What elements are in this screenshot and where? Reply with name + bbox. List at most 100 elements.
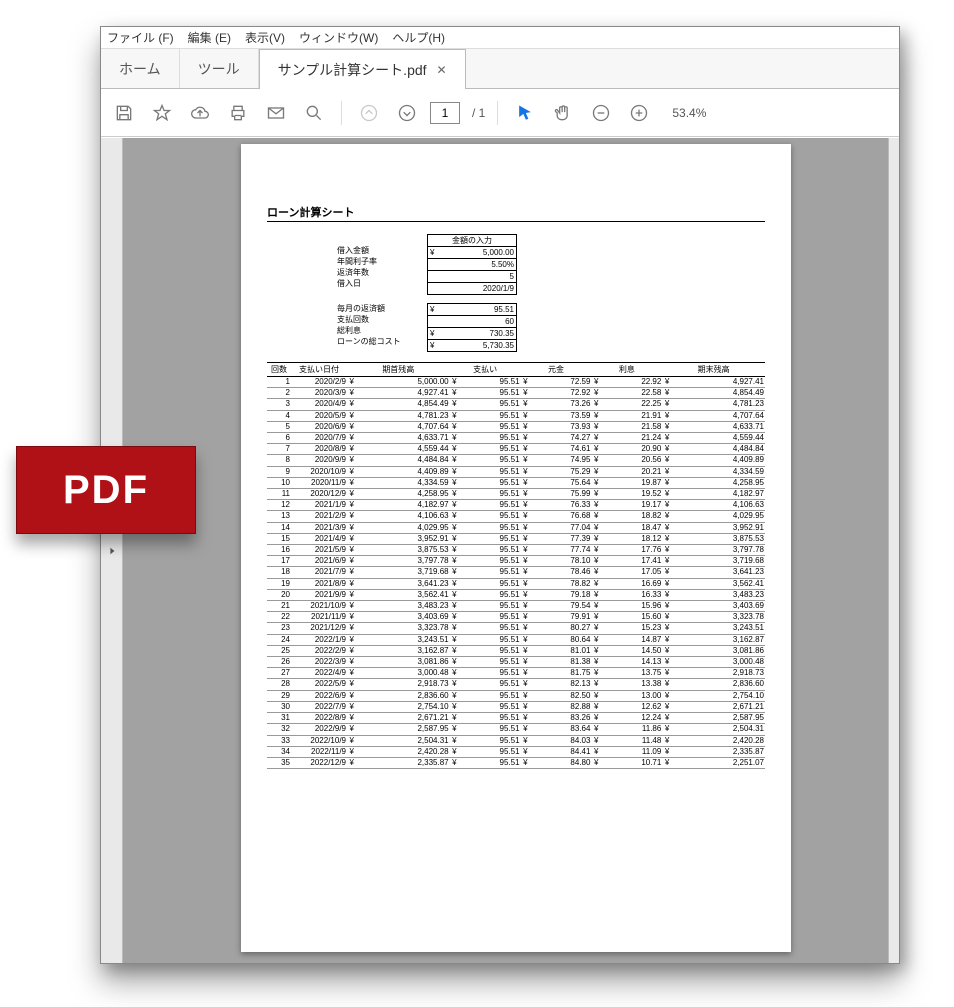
table-row: 142021/3/9¥4,029.95¥95.51¥77.04¥18.47¥3,… xyxy=(267,522,765,533)
table-row: 292022/6/9¥2,836.60¥95.51¥82.50¥13.00¥2,… xyxy=(267,690,765,701)
page-up-icon[interactable] xyxy=(354,98,384,128)
table-row: 322022/9/9¥2,587.95¥95.51¥83.64¥11.86¥2,… xyxy=(267,724,765,735)
table-row: 42020/5/9¥4,781.23¥95.51¥73.59¥21.91¥4,7… xyxy=(267,410,765,421)
tab-tools[interactable]: ツール xyxy=(180,49,259,88)
right-panel-strip[interactable] xyxy=(888,138,899,963)
page-total-label: / 1 xyxy=(472,106,485,120)
table-row: 242022/1/9¥3,243.51¥95.51¥80.64¥14.87¥3,… xyxy=(267,634,765,645)
save-icon[interactable] xyxy=(109,98,139,128)
table-row: 92020/10/9¥4,409.89¥95.51¥75.29¥20.21¥4,… xyxy=(267,466,765,477)
loan-summary-block: 毎月の返済額 支払回数 総利息 ローンの総コスト ¥95.51 60 ¥730.… xyxy=(267,303,765,352)
tab-document-label: サンプル計算シート.pdf xyxy=(278,60,427,80)
zoom-out-icon[interactable] xyxy=(586,98,616,128)
table-row: 152021/4/9¥3,952.91¥95.51¥77.39¥18.12¥3,… xyxy=(267,533,765,544)
table-row: 332022/10/9¥2,504.31¥95.51¥84.03¥11.48¥2… xyxy=(267,735,765,746)
pdf-badge-overlay: PDF xyxy=(16,446,196,534)
zoom-percent-label: 53.4% xyxy=(672,106,706,120)
table-row: 62020/7/9¥4,633.71¥95.51¥74.27¥21.24¥4,5… xyxy=(267,433,765,444)
value-monthly: 95.51 xyxy=(494,304,514,315)
table-row: 262022/3/9¥3,081.86¥95.51¥81.38¥14.13¥3,… xyxy=(267,657,765,668)
table-row: 202021/9/9¥3,562.41¥95.51¥79.18¥16.33¥3,… xyxy=(267,589,765,600)
col-end: 期末残高 xyxy=(662,363,765,377)
value-start-date: 2020/1/9 xyxy=(483,283,514,294)
table-row: 212021/10/9¥3,483.23¥95.51¥79.54¥15.96¥3… xyxy=(267,601,765,612)
col-interest: 利息 xyxy=(591,363,662,377)
table-row: 52020/6/9¥4,707.64¥95.51¥73.93¥21.58¥4,6… xyxy=(267,421,765,432)
currency-symbol: ¥ xyxy=(430,304,434,315)
label-start-date: 借入日 xyxy=(337,278,427,289)
selection-arrow-icon[interactable] xyxy=(510,98,540,128)
label-annual-rate: 年間利子率 xyxy=(337,256,427,267)
value-years: 5 xyxy=(510,271,514,282)
document-title: ローン計算シート xyxy=(267,204,765,222)
menu-edit[interactable]: 編集 (E) xyxy=(188,29,231,46)
tab-home[interactable]: ホーム xyxy=(101,49,180,88)
menu-file[interactable]: ファイル (F) xyxy=(107,29,174,46)
value-total-cost: 5,730.35 xyxy=(483,340,514,351)
currency-symbol: ¥ xyxy=(430,328,434,339)
value-loan-amount: 5,000.00 xyxy=(483,247,514,258)
table-row: 222021/11/9¥3,403.69¥95.51¥79.91¥15.60¥3… xyxy=(267,612,765,623)
table-row: 132021/2/9¥4,106.63¥95.51¥76.68¥18.82¥4,… xyxy=(267,511,765,522)
toolbar-divider xyxy=(497,101,498,125)
label-years: 返済年数 xyxy=(337,267,427,278)
table-row: 72020/8/9¥4,559.44¥95.51¥74.61¥20.90¥4,4… xyxy=(267,444,765,455)
amortization-table: 回数 支払い日付 期首残高 支払い 元金 利息 期末残高 12020/2/9¥5… xyxy=(267,362,765,769)
star-icon[interactable] xyxy=(147,98,177,128)
table-row: 162021/5/9¥3,875.53¥95.51¥77.74¥17.76¥3,… xyxy=(267,545,765,556)
table-row: 252022/2/9¥3,162.87¥95.51¥81.01¥14.50¥3,… xyxy=(267,645,765,656)
menu-window[interactable]: ウィンドウ(W) xyxy=(299,29,378,46)
close-icon[interactable]: ✕ xyxy=(437,63,447,77)
currency-symbol: ¥ xyxy=(430,340,434,351)
table-row: 22020/3/9¥4,927.41¥95.51¥72.92¥22.58¥4,8… xyxy=(267,388,765,399)
value-annual-rate: 5.50% xyxy=(491,259,514,270)
value-num-payments: 60 xyxy=(505,316,514,327)
document-viewport[interactable]: ローン計算シート 借入金額 年間利子率 返済年数 借入日 金額の入力 ¥5,00… xyxy=(101,138,899,963)
table-row: 32020/4/9¥4,854.49¥95.51¥73.26¥22.25¥4,7… xyxy=(267,399,765,410)
loan-inputs-block: 借入金額 年間利子率 返済年数 借入日 金額の入力 ¥5,000.00 5.50… xyxy=(267,234,765,295)
toolbar-divider xyxy=(341,101,342,125)
pdf-viewer-window: ファイル (F) 編集 (E) 表示(V) ウィンドウ(W) ヘルプ(H) ホー… xyxy=(100,26,900,964)
table-row: 282022/5/9¥2,918.73¥95.51¥82.13¥13.38¥2,… xyxy=(267,679,765,690)
page-down-icon[interactable] xyxy=(392,98,422,128)
table-row: 302022/7/9¥2,754.10¥95.51¥82.88¥12.62¥2,… xyxy=(267,701,765,712)
col-begin: 期首残高 xyxy=(347,363,450,377)
pdf-page: ローン計算シート 借入金額 年間利子率 返済年数 借入日 金額の入力 ¥5,00… xyxy=(241,144,791,952)
table-row: 102020/11/9¥4,334.59¥95.51¥75.64¥19.87¥4… xyxy=(267,477,765,488)
tabbar: ホーム ツール サンプル計算シート.pdf ✕ xyxy=(101,49,899,89)
cloud-upload-icon[interactable] xyxy=(185,98,215,128)
toolbar: / 1 53.4% xyxy=(101,89,899,137)
col-principal: 元金 xyxy=(521,363,592,377)
col-no: 回数 xyxy=(267,363,291,377)
table-row: 342022/11/9¥2,420.28¥95.51¥84.41¥11.09¥2… xyxy=(267,746,765,757)
left-panel-toggle[interactable] xyxy=(101,138,123,963)
table-row: 182021/7/9¥3,719.68¥95.51¥78.46¥17.05¥3,… xyxy=(267,567,765,578)
table-row: 82020/9/9¥4,484.84¥95.51¥74.95¥20.56¥4,4… xyxy=(267,455,765,466)
chevron-right-icon xyxy=(108,547,116,555)
col-pay: 支払い xyxy=(450,363,521,377)
label-total-cost: ローンの総コスト xyxy=(337,336,427,347)
table-row: 312022/8/9¥2,671.21¥95.51¥83.26¥12.24¥2,… xyxy=(267,713,765,724)
label-total-interest: 総利息 xyxy=(337,325,427,336)
search-icon[interactable] xyxy=(299,98,329,128)
menubar: ファイル (F) 編集 (E) 表示(V) ウィンドウ(W) ヘルプ(H) xyxy=(101,27,899,49)
table-row: 112020/12/9¥4,258.95¥95.51¥75.99¥19.52¥4… xyxy=(267,489,765,500)
label-num-payments: 支払回数 xyxy=(337,314,427,325)
table-row: 232021/12/9¥3,323.78¥95.51¥80.27¥15.23¥3… xyxy=(267,623,765,634)
input-header: 金額の入力 xyxy=(427,234,517,246)
hand-pan-icon[interactable] xyxy=(548,98,578,128)
page-number-input[interactable] xyxy=(430,102,460,124)
table-row: 192021/8/9¥3,641.23¥95.51¥78.82¥16.69¥3,… xyxy=(267,578,765,589)
table-row: 172021/6/9¥3,797.78¥95.51¥78.10¥17.41¥3,… xyxy=(267,556,765,567)
table-row: 272022/4/9¥3,000.48¥95.51¥81.75¥13.75¥2,… xyxy=(267,668,765,679)
tab-document[interactable]: サンプル計算シート.pdf ✕ xyxy=(259,49,466,89)
mail-icon[interactable] xyxy=(261,98,291,128)
table-row: 12020/2/9¥5,000.00¥95.51¥72.59¥22.92¥4,9… xyxy=(267,377,765,388)
col-date: 支払い日付 xyxy=(291,363,347,377)
print-icon[interactable] xyxy=(223,98,253,128)
zoom-in-icon[interactable] xyxy=(624,98,654,128)
value-total-interest: 730.35 xyxy=(490,328,514,339)
menu-view[interactable]: 表示(V) xyxy=(245,29,285,46)
currency-symbol: ¥ xyxy=(430,247,434,258)
menu-help[interactable]: ヘルプ(H) xyxy=(392,29,445,46)
